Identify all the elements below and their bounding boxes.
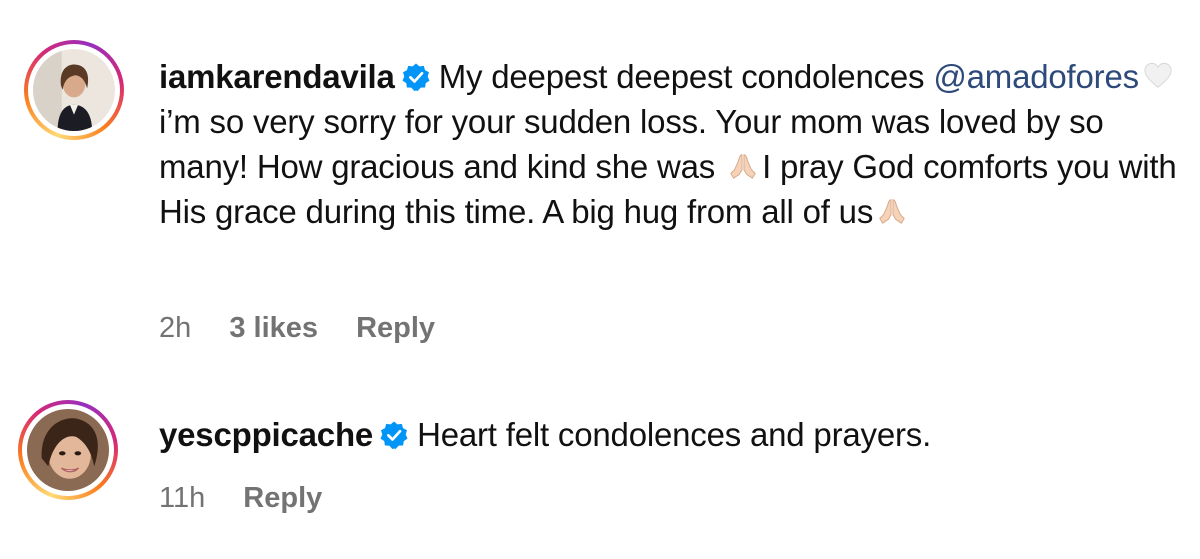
comment-time: 11h — [159, 482, 206, 514]
likes-count[interactable]: 3 likes — [229, 312, 318, 344]
comment-text: Heart felt condolences and prayers. — [417, 416, 932, 453]
comment-body: yescppicache Heart felt condolences and p… — [159, 412, 1184, 457]
reply-button[interactable]: Reply — [356, 312, 435, 344]
comment-time: 2h — [159, 312, 192, 344]
comment-username[interactable]: iamkarendavila — [159, 58, 395, 95]
mention-link[interactable]: @amadofores — [933, 58, 1139, 95]
praying-hands-icon — [877, 196, 907, 226]
comment-body: iamkarendavila My deepest deepest condole… — [159, 54, 1184, 234]
avatar[interactable] — [24, 40, 124, 140]
comment-meta: 11h Reply — [159, 482, 352, 515]
avatar[interactable] — [18, 400, 118, 500]
verified-badge-icon — [401, 62, 431, 92]
verified-badge-icon — [379, 420, 409, 450]
avatar-photo — [27, 409, 109, 491]
avatar-photo — [33, 49, 115, 131]
comment-text: My deepest deepest condolences — [438, 58, 925, 95]
white-heart-icon — [1143, 61, 1173, 91]
comment-username[interactable]: yescppicache — [159, 416, 373, 453]
praying-hands-icon — [728, 151, 758, 181]
comment-meta: 2h 3 likes Reply — [159, 312, 465, 345]
reply-button[interactable]: Reply — [243, 482, 322, 514]
